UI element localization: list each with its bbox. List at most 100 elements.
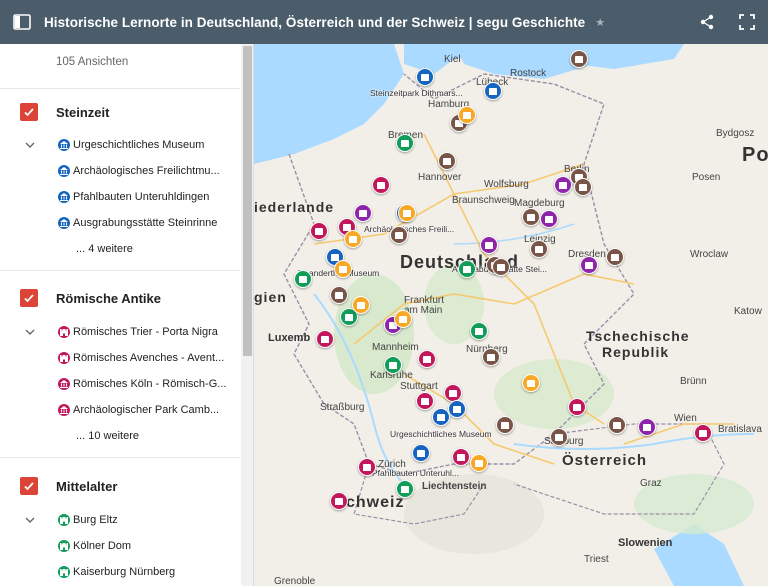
city-label: Mannheim (372, 342, 419, 353)
share-icon[interactable] (696, 11, 718, 33)
list-item[interactable]: Ausgrabungsstätte Steinrinne (0, 210, 240, 236)
map-marker[interactable] (352, 296, 370, 314)
list-item[interactable]: Pfahlbauten Unteruhldingen (0, 184, 240, 210)
chevron-down-icon[interactable] (24, 139, 36, 151)
map-marker[interactable] (384, 356, 402, 374)
more-link[interactable]: ... 10 weitere (76, 430, 139, 442)
map-marker[interactable] (540, 210, 558, 228)
item-label: Kölner Dom (73, 540, 132, 552)
list-item[interactable]: Burg Eltz (0, 507, 240, 533)
chevron-down-icon[interactable] (24, 514, 36, 526)
layer-steinzeit: Steinzeit (0, 94, 240, 130)
map-marker[interactable] (492, 258, 510, 276)
map-marker[interactable] (330, 492, 348, 510)
map-marker[interactable] (522, 208, 540, 226)
map-marker[interactable] (570, 50, 588, 68)
map-marker[interactable] (482, 348, 500, 366)
list-item[interactable]: Archäologischer Park Camb... (0, 397, 240, 423)
country-label: chweiz (346, 494, 405, 511)
map-marker[interactable] (694, 424, 712, 442)
map-marker[interactable] (606, 248, 624, 266)
map-marker[interactable] (396, 480, 414, 498)
map-marker[interactable] (372, 176, 390, 194)
fullscreen-icon[interactable] (736, 11, 758, 33)
map-marker[interactable] (638, 418, 656, 436)
map-marker[interactable] (448, 400, 466, 418)
map-marker[interactable] (354, 204, 372, 222)
map-marker[interactable] (344, 230, 362, 248)
map-marker[interactable] (608, 416, 626, 434)
layer-mittelalter: Mittelalter (0, 468, 240, 504)
map-marker[interactable] (294, 270, 312, 288)
map-marker[interactable] (496, 416, 514, 434)
layer-title: Steinzeit (56, 104, 110, 120)
castle-icon (58, 566, 70, 578)
map-marker[interactable] (432, 408, 450, 426)
map-marker[interactable] (480, 236, 498, 254)
map-marker[interactable] (574, 178, 592, 196)
map-marker[interactable] (416, 392, 434, 410)
divider (0, 457, 240, 458)
header-bar: Historische Lernorte in Deutschland, Öst… (0, 0, 768, 44)
map-marker[interactable] (444, 384, 462, 402)
map-marker[interactable] (358, 458, 376, 476)
city-label: Brünn (680, 376, 707, 387)
country-label: Luxemb (268, 332, 311, 344)
map-marker[interactable] (452, 448, 470, 466)
museum-icon (58, 404, 70, 416)
museum-icon (58, 378, 70, 390)
map-marker[interactable] (310, 222, 328, 240)
list-item[interactable]: Römisches Trier - Porta Nigra (0, 319, 240, 345)
item-label: Burg Eltz (73, 514, 118, 526)
map-marker[interactable] (550, 428, 568, 446)
scrollbar-thumb[interactable] (243, 46, 252, 356)
item-label: Ausgrabungsstätte Steinrinne (73, 217, 218, 229)
item-label: Urgeschichtliches Museum (73, 139, 205, 151)
place-label: Steinzeitpark Dithmars... (370, 88, 463, 98)
chevron-down-icon[interactable] (24, 326, 36, 338)
map-marker[interactable] (330, 286, 348, 304)
city-label: Magdeburg (514, 198, 565, 209)
map-marker[interactable] (580, 256, 598, 274)
country-label: iederlande (254, 199, 335, 215)
map-marker[interactable] (470, 454, 488, 472)
item-label: Archäologischer Park Camb... (73, 404, 220, 416)
layer-checkbox-mittelalter[interactable] (20, 477, 38, 495)
sidebar-scrollbar[interactable] (241, 44, 253, 586)
map-marker[interactable] (458, 260, 476, 278)
map-marker[interactable] (394, 310, 412, 328)
map-marker[interactable] (334, 260, 352, 278)
map-marker[interactable] (398, 204, 416, 222)
map-marker[interactable] (530, 240, 548, 258)
city-label: Straßburg (320, 402, 365, 413)
list-item[interactable]: Kaiserburg Nürnberg (0, 559, 240, 585)
city-label: Kiel (444, 54, 461, 65)
map-marker[interactable] (412, 444, 430, 462)
star-icon[interactable]: ★ (595, 16, 605, 29)
map-marker[interactable] (316, 330, 334, 348)
city-label: Stuttgart (400, 381, 438, 392)
list-item[interactable]: Kölner Dom (0, 533, 240, 559)
map-marker[interactable] (458, 106, 476, 124)
list-item[interactable]: Urgeschichtliches Museum (0, 132, 240, 158)
list-item[interactable]: Römisches Avenches - Avent... (0, 345, 240, 371)
map-marker[interactable] (484, 82, 502, 100)
item-label: Römisches Köln - Römisch-G... (73, 378, 227, 390)
map-marker[interactable] (522, 374, 540, 392)
map-marker[interactable] (418, 350, 436, 368)
layer-checkbox-steinzeit[interactable] (20, 103, 38, 121)
map-canvas[interactable]: Deutschland Österreich Tschechische Repu… (254, 44, 768, 586)
map-marker[interactable] (390, 226, 408, 244)
map-marker[interactable] (568, 398, 586, 416)
sidebar-toggle-icon[interactable] (0, 0, 44, 44)
map-marker[interactable] (438, 152, 456, 170)
map-marker[interactable] (396, 134, 414, 152)
country-label: gien (254, 289, 287, 305)
list-item[interactable]: Archäologisches Freilichtmu... (0, 158, 240, 184)
item-label: Kaiserburg Nürnberg (73, 566, 176, 578)
map-marker[interactable] (470, 322, 488, 340)
layer-checkbox-roemisch[interactable] (20, 289, 38, 307)
map-marker[interactable] (416, 68, 434, 86)
more-link[interactable]: ... 4 weitere (76, 243, 133, 255)
list-item[interactable]: Römisches Köln - Römisch-G... (0, 371, 240, 397)
